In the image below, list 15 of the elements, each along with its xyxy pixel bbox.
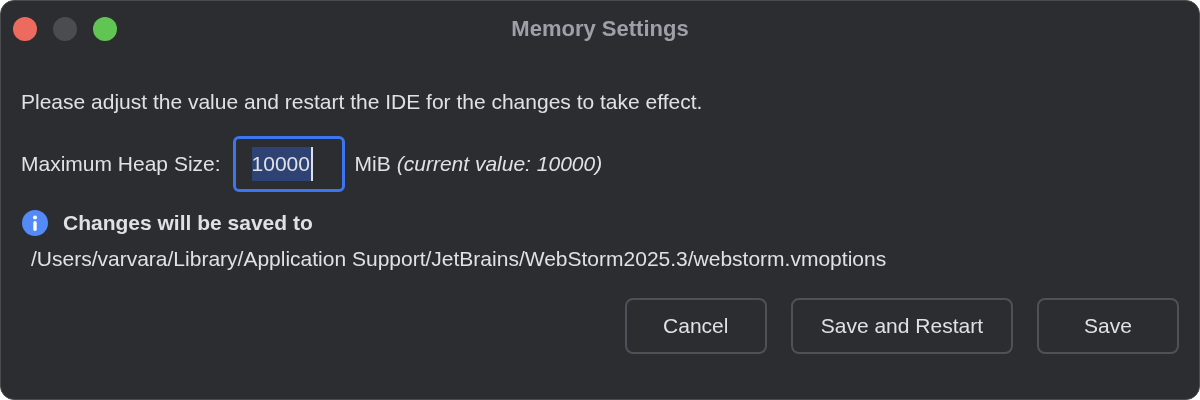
info-icon	[21, 208, 49, 237]
file-path-text: /Users/varvara/Library/Application Support/JetBrains/WebStorm2025.3/webstorm.vmoptions	[31, 245, 888, 272]
zoom-icon[interactable]	[93, 17, 117, 41]
minimize-icon	[53, 17, 77, 41]
field-label: Maximum Heap Size:	[21, 151, 221, 178]
cancel-button[interactable]: Cancel	[624, 298, 767, 354]
window-title: Memory Settings	[511, 14, 689, 43]
info-title: Changes will be saved to	[63, 210, 313, 236]
heap-size-field[interactable]: 10000	[232, 136, 345, 192]
save-button[interactable]: Save	[1037, 298, 1179, 354]
close-icon[interactable]	[13, 17, 37, 41]
current-value-text: (current value: 10000)	[396, 151, 603, 178]
save-and-restart-button[interactable]: Save and Restart	[790, 298, 1013, 354]
unit-label: MiB	[354, 151, 391, 178]
message-text: Please adjust the value and restart the IDE for the changes to take effect.	[21, 89, 704, 115]
